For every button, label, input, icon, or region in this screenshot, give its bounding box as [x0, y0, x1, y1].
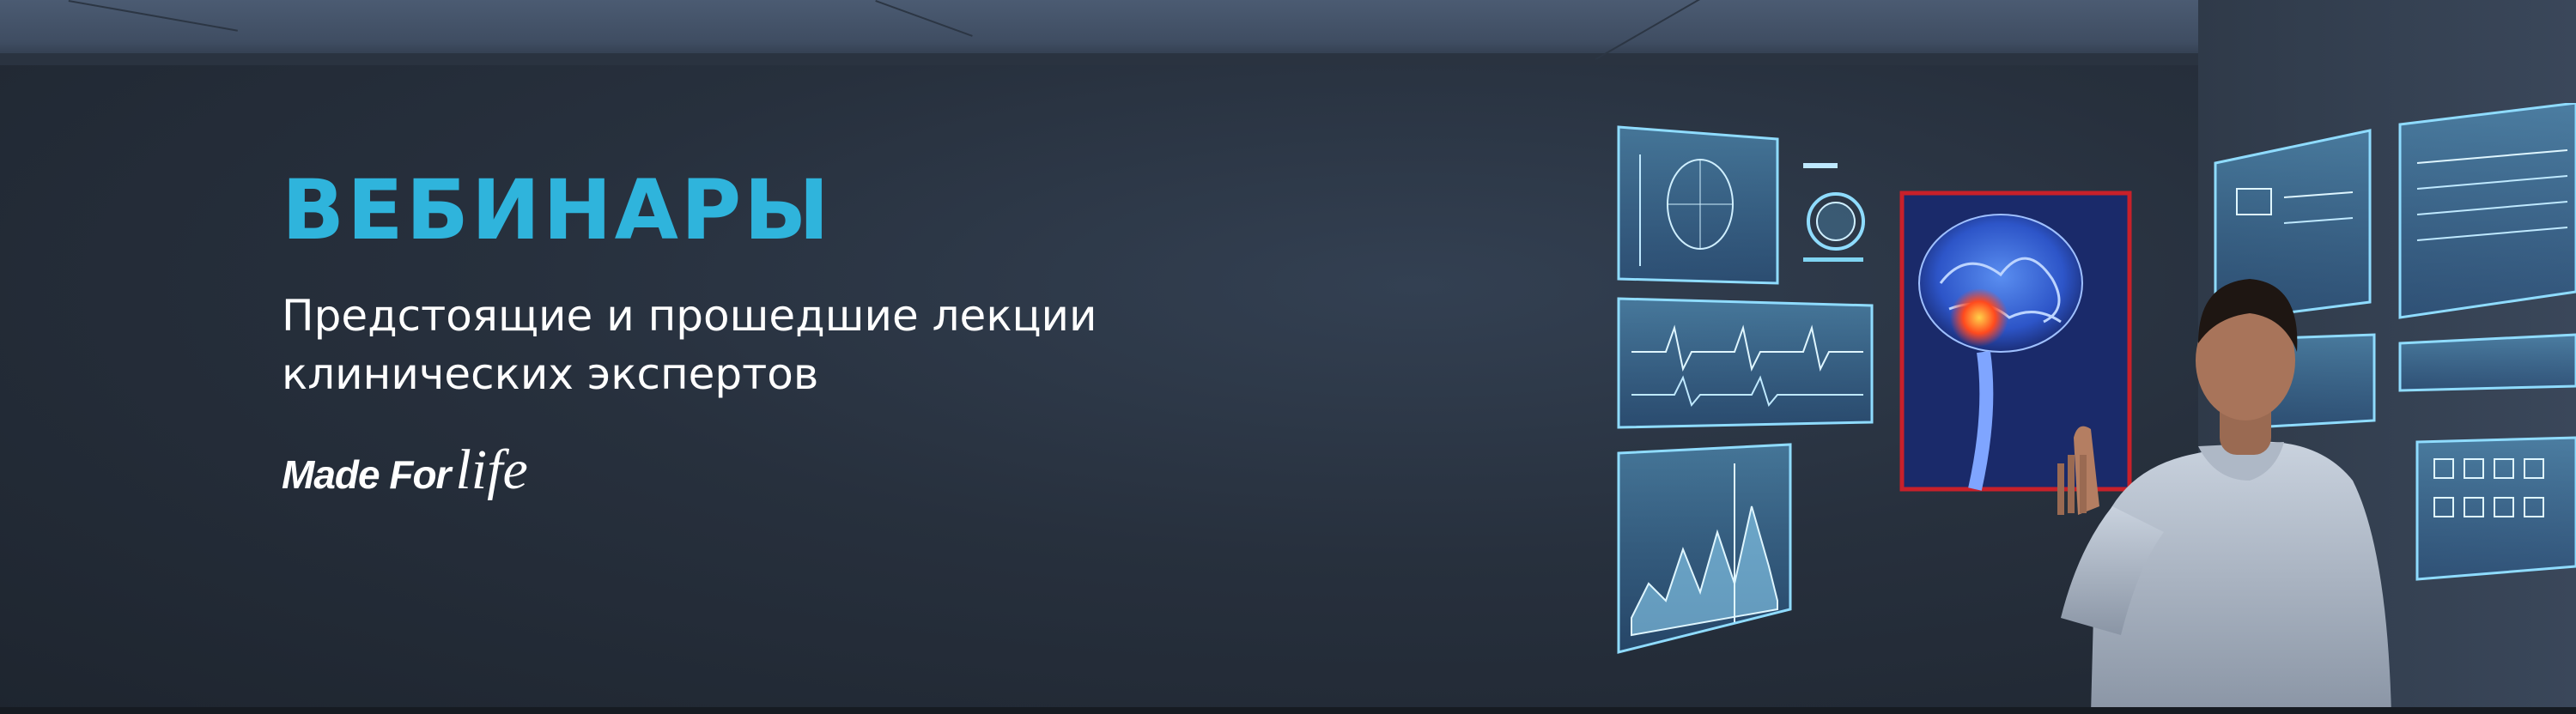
- logo-text-life: life: [455, 439, 528, 501]
- hologram-grid-panel: [2415, 436, 2576, 581]
- page-subtitle: Предстоящие и прошедшие лекции клиническ…: [282, 287, 1140, 403]
- hologram-ecg-panel: [1617, 297, 1874, 429]
- subtitle-line-2: клинических экспертов: [282, 349, 819, 399]
- hologram-data-table-panel: [2398, 103, 2576, 319]
- hologram-face-panel: [1617, 125, 1779, 285]
- hero-illustration: [1617, 103, 2576, 714]
- ceiling-edge: [0, 53, 2198, 65]
- hologram-chart-panel: [1617, 443, 1792, 654]
- page-title: ВЕБИНАРЫ: [282, 162, 832, 258]
- brand-logo: Made Forlife: [282, 438, 528, 503]
- hologram-filmstrip-panel: [2398, 333, 2576, 392]
- banner-text: ВЕБИНАРЫ Предстоящие и прошедшие лекции …: [282, 163, 1140, 403]
- floor-edge: [0, 707, 2576, 714]
- logo-text-made-for: Made For: [282, 452, 451, 497]
- brain-scan-panel: [1899, 191, 2132, 492]
- webinar-banner: ВЕБИНАРЫ Предстоящие и прошедшие лекции …: [0, 0, 2576, 714]
- hologram-dial: [1803, 163, 1865, 262]
- ceiling: [0, 0, 2576, 60]
- subtitle-line-1: Предстоящие и прошедшие лекции: [282, 291, 1097, 341]
